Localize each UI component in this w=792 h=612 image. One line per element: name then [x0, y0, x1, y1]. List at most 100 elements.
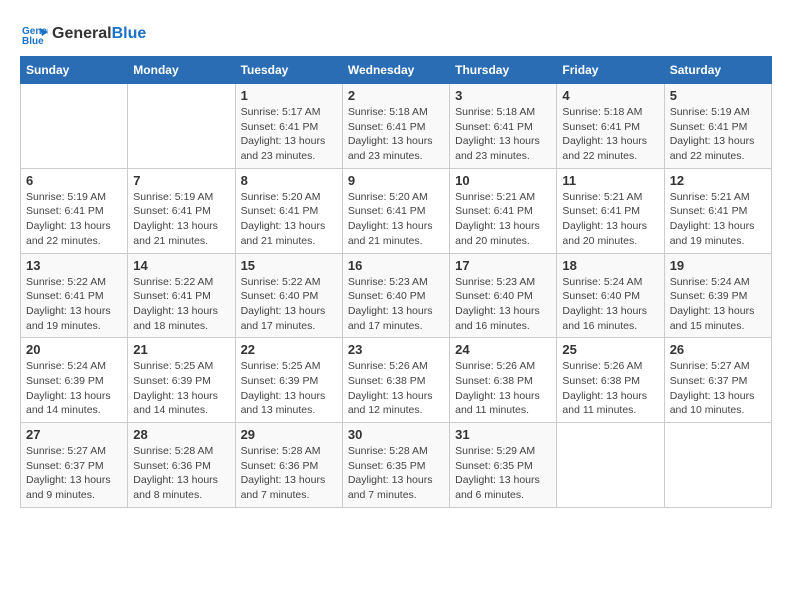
day-detail: Sunrise: 5:26 AM Sunset: 6:38 PM Dayligh…: [455, 359, 551, 418]
calendar-cell: 5 Sunrise: 5:19 AM Sunset: 6:41 PM Daylig…: [664, 84, 771, 169]
calendar-week-row: 13Sunrise: 5:22 AM Sunset: 6:41 PM Dayli…: [21, 253, 772, 338]
calendar-cell: 13Sunrise: 5:22 AM Sunset: 6:41 PM Dayli…: [21, 253, 128, 338]
calendar-cell: 11 Sunrise: 5:21 AM Sunset: 6:41 PM Dayli…: [557, 168, 664, 253]
day-detail: Sunrise: 5:22 AM Sunset: 6:40 PM Dayligh…: [241, 275, 337, 334]
calendar-cell: 17 Sunrise: 5:23 AM Sunset: 6:40 PM Dayli…: [450, 253, 557, 338]
day-detail: Sunrise: 5:25 AM Sunset: 6:39 PM Dayligh…: [241, 359, 337, 418]
calendar-week-row: 1 Sunrise: 5:17 AM Sunset: 6:41 PM Daylig…: [21, 84, 772, 169]
day-number: 17: [455, 258, 551, 273]
day-number: 16: [348, 258, 444, 273]
calendar-cell: [664, 423, 771, 508]
calendar-cell: 25 Sunrise: 5:26 AM Sunset: 6:38 PM Dayli…: [557, 338, 664, 423]
day-number: 1: [241, 88, 337, 103]
day-number: 27: [26, 427, 122, 442]
day-detail: Sunrise: 5:17 AM Sunset: 6:41 PM Dayligh…: [241, 105, 337, 164]
day-number: 28: [133, 427, 229, 442]
calendar-cell: 24 Sunrise: 5:26 AM Sunset: 6:38 PM Dayli…: [450, 338, 557, 423]
day-number: 10: [455, 173, 551, 188]
day-detail: Sunrise: 5:24 AM Sunset: 6:39 PM Dayligh…: [26, 359, 122, 418]
day-number: 18: [562, 258, 658, 273]
logo: General Blue GeneralBlue: [20, 20, 146, 48]
day-number: 22: [241, 342, 337, 357]
day-detail: Sunrise: 5:27 AM Sunset: 6:37 PM Dayligh…: [26, 444, 122, 503]
calendar-cell: 23Sunrise: 5:26 AM Sunset: 6:38 PM Dayli…: [342, 338, 449, 423]
calendar-cell: [557, 423, 664, 508]
day-detail: Sunrise: 5:21 AM Sunset: 6:41 PM Dayligh…: [670, 190, 766, 249]
calendar-cell: [128, 84, 235, 169]
calendar-cell: 14Sunrise: 5:22 AM Sunset: 6:41 PM Dayli…: [128, 253, 235, 338]
day-number: 5: [670, 88, 766, 103]
calendar-cell: 2 Sunrise: 5:18 AM Sunset: 6:41 PM Daylig…: [342, 84, 449, 169]
calendar-cell: 28 Sunrise: 5:28 AM Sunset: 6:36 PM Dayli…: [128, 423, 235, 508]
calendar-week-row: 20 Sunrise: 5:24 AM Sunset: 6:39 PM Dayli…: [21, 338, 772, 423]
calendar-cell: 16Sunrise: 5:23 AM Sunset: 6:40 PM Dayli…: [342, 253, 449, 338]
calendar-week-row: 27 Sunrise: 5:27 AM Sunset: 6:37 PM Dayli…: [21, 423, 772, 508]
day-number: 11: [562, 173, 658, 188]
day-detail: Sunrise: 5:21 AM Sunset: 6:41 PM Dayligh…: [455, 190, 551, 249]
day-detail: Sunrise: 5:24 AM Sunset: 6:39 PM Dayligh…: [670, 275, 766, 334]
day-detail: Sunrise: 5:26 AM Sunset: 6:38 PM Dayligh…: [562, 359, 658, 418]
calendar-header-row: SundayMondayTuesdayWednesdayThursdayFrid…: [21, 57, 772, 84]
day-number: 21: [133, 342, 229, 357]
day-detail: Sunrise: 5:19 AM Sunset: 6:41 PM Dayligh…: [26, 190, 122, 249]
day-header-tuesday: Tuesday: [235, 57, 342, 84]
day-number: 14: [133, 258, 229, 273]
calendar-cell: 20 Sunrise: 5:24 AM Sunset: 6:39 PM Dayli…: [21, 338, 128, 423]
logo-icon: General Blue: [20, 20, 48, 48]
calendar-cell: 3 Sunrise: 5:18 AM Sunset: 6:41 PM Daylig…: [450, 84, 557, 169]
day-number: 15: [241, 258, 337, 273]
calendar-cell: 31Sunrise: 5:29 AM Sunset: 6:35 PM Dayli…: [450, 423, 557, 508]
day-number: 24: [455, 342, 551, 357]
day-detail: Sunrise: 5:18 AM Sunset: 6:41 PM Dayligh…: [562, 105, 658, 164]
day-number: 2: [348, 88, 444, 103]
day-header-thursday: Thursday: [450, 57, 557, 84]
day-detail: Sunrise: 5:20 AM Sunset: 6:41 PM Dayligh…: [348, 190, 444, 249]
day-number: 8: [241, 173, 337, 188]
day-header-sunday: Sunday: [21, 57, 128, 84]
day-number: 12: [670, 173, 766, 188]
calendar-cell: 7 Sunrise: 5:19 AM Sunset: 6:41 PM Daylig…: [128, 168, 235, 253]
calendar-cell: 18 Sunrise: 5:24 AM Sunset: 6:40 PM Dayli…: [557, 253, 664, 338]
day-detail: Sunrise: 5:19 AM Sunset: 6:41 PM Dayligh…: [670, 105, 766, 164]
day-number: 29: [241, 427, 337, 442]
calendar-cell: 21 Sunrise: 5:25 AM Sunset: 6:39 PM Dayli…: [128, 338, 235, 423]
day-detail: Sunrise: 5:19 AM Sunset: 6:41 PM Dayligh…: [133, 190, 229, 249]
calendar-cell: 12 Sunrise: 5:21 AM Sunset: 6:41 PM Dayli…: [664, 168, 771, 253]
day-detail: Sunrise: 5:26 AM Sunset: 6:38 PM Dayligh…: [348, 359, 444, 418]
calendar-cell: 1 Sunrise: 5:17 AM Sunset: 6:41 PM Daylig…: [235, 84, 342, 169]
day-number: 26: [670, 342, 766, 357]
day-detail: Sunrise: 5:21 AM Sunset: 6:41 PM Dayligh…: [562, 190, 658, 249]
page-header: General Blue GeneralBlue: [20, 20, 772, 48]
day-number: 9: [348, 173, 444, 188]
day-detail: Sunrise: 5:25 AM Sunset: 6:39 PM Dayligh…: [133, 359, 229, 418]
day-number: 3: [455, 88, 551, 103]
logo-text: GeneralBlue: [52, 25, 146, 43]
day-number: 6: [26, 173, 122, 188]
day-detail: Sunrise: 5:28 AM Sunset: 6:36 PM Dayligh…: [133, 444, 229, 503]
calendar-cell: 9 Sunrise: 5:20 AM Sunset: 6:41 PM Daylig…: [342, 168, 449, 253]
day-detail: Sunrise: 5:18 AM Sunset: 6:41 PM Dayligh…: [348, 105, 444, 164]
day-number: 13: [26, 258, 122, 273]
calendar-cell: [21, 84, 128, 169]
day-number: 20: [26, 342, 122, 357]
day-detail: Sunrise: 5:18 AM Sunset: 6:41 PM Dayligh…: [455, 105, 551, 164]
calendar-body: 1 Sunrise: 5:17 AM Sunset: 6:41 PM Daylig…: [21, 84, 772, 508]
calendar-cell: 19 Sunrise: 5:24 AM Sunset: 6:39 PM Dayli…: [664, 253, 771, 338]
calendar-cell: 4 Sunrise: 5:18 AM Sunset: 6:41 PM Daylig…: [557, 84, 664, 169]
day-header-wednesday: Wednesday: [342, 57, 449, 84]
calendar-week-row: 6 Sunrise: 5:19 AM Sunset: 6:41 PM Daylig…: [21, 168, 772, 253]
day-header-friday: Friday: [557, 57, 664, 84]
day-number: 19: [670, 258, 766, 273]
day-detail: Sunrise: 5:23 AM Sunset: 6:40 PM Dayligh…: [455, 275, 551, 334]
day-number: 4: [562, 88, 658, 103]
calendar-cell: 10 Sunrise: 5:21 AM Sunset: 6:41 PM Dayli…: [450, 168, 557, 253]
day-number: 30: [348, 427, 444, 442]
calendar-cell: 26Sunrise: 5:27 AM Sunset: 6:37 PM Dayli…: [664, 338, 771, 423]
calendar-cell: 29Sunrise: 5:28 AM Sunset: 6:36 PM Dayli…: [235, 423, 342, 508]
calendar-cell: 22 Sunrise: 5:25 AM Sunset: 6:39 PM Dayli…: [235, 338, 342, 423]
calendar-cell: 8Sunrise: 5:20 AM Sunset: 6:41 PM Daylig…: [235, 168, 342, 253]
day-detail: Sunrise: 5:28 AM Sunset: 6:35 PM Dayligh…: [348, 444, 444, 503]
day-number: 25: [562, 342, 658, 357]
day-number: 7: [133, 173, 229, 188]
day-detail: Sunrise: 5:24 AM Sunset: 6:40 PM Dayligh…: [562, 275, 658, 334]
